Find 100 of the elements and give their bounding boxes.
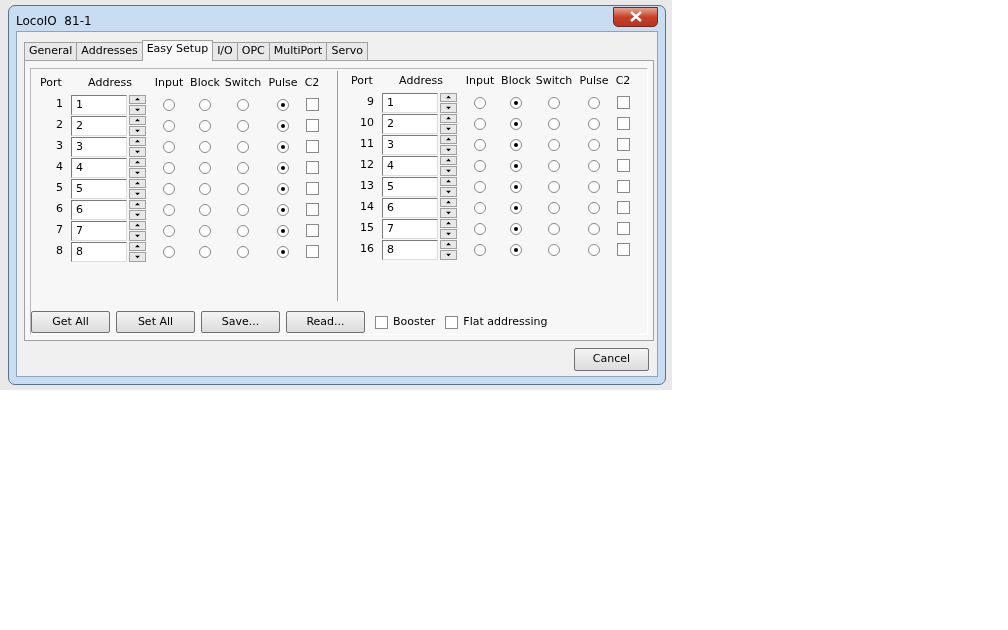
- checkbox[interactable]: [616, 96, 630, 109]
- checkbox[interactable]: [616, 243, 630, 256]
- radio-button[interactable]: [510, 117, 522, 130]
- radio-button[interactable]: [199, 140, 211, 153]
- tab[interactable]: Servo: [326, 42, 368, 60]
- radio-button[interactable]: [588, 243, 600, 256]
- radio-button[interactable]: [277, 119, 289, 132]
- spin-up-button[interactable]: [129, 94, 146, 104]
- address-field[interactable]: 3: [71, 136, 127, 157]
- spin-up-button[interactable]: [440, 155, 457, 165]
- spin-down-button[interactable]: [129, 126, 146, 136]
- radio-button[interactable]: [163, 140, 175, 153]
- radio-button[interactable]: [237, 161, 249, 174]
- spin-down-button[interactable]: [129, 231, 146, 241]
- radio-button[interactable]: [474, 159, 486, 172]
- checkbox[interactable]: [616, 180, 630, 193]
- radio-button[interactable]: [510, 159, 522, 172]
- radio-button[interactable]: [199, 245, 211, 258]
- checkbox[interactable]: [305, 224, 319, 237]
- tab[interactable]: Addresses: [76, 42, 143, 60]
- radio-button[interactable]: [548, 138, 560, 151]
- radio-button[interactable]: [474, 201, 486, 214]
- action-button[interactable]: Save...: [201, 311, 280, 333]
- checkbox[interactable]: [445, 315, 459, 329]
- radio-button[interactable]: [237, 224, 249, 237]
- radio-button[interactable]: [548, 117, 560, 130]
- radio-button[interactable]: [474, 138, 486, 151]
- tab[interactable]: OPC: [236, 42, 270, 60]
- checkbox[interactable]: [616, 201, 630, 214]
- spin-up-button[interactable]: [129, 241, 146, 251]
- radio-button[interactable]: [163, 245, 175, 258]
- spin-down-button[interactable]: [440, 250, 457, 260]
- radio-button[interactable]: [237, 203, 249, 216]
- radio-button[interactable]: [199, 119, 211, 132]
- radio-button[interactable]: [277, 224, 289, 237]
- address-field[interactable]: 7: [382, 218, 438, 239]
- checkbox[interactable]: [616, 117, 630, 130]
- radio-button[interactable]: [163, 224, 175, 237]
- radio-button[interactable]: [548, 159, 560, 172]
- address-field[interactable]: 4: [382, 155, 438, 176]
- checkbox[interactable]: [616, 222, 630, 235]
- address-field[interactable]: 2: [71, 115, 127, 136]
- spin-up-button[interactable]: [440, 239, 457, 249]
- checkbox[interactable]: [305, 140, 319, 153]
- radio-button[interactable]: [510, 243, 522, 256]
- spin-up-button[interactable]: [129, 115, 146, 125]
- checkbox[interactable]: [305, 182, 319, 195]
- checkbox[interactable]: [616, 159, 630, 172]
- address-field[interactable]: 6: [382, 197, 438, 218]
- address-field[interactable]: 8: [382, 239, 438, 260]
- radio-button[interactable]: [199, 182, 211, 195]
- checkbox[interactable]: [305, 119, 319, 132]
- radio-button[interactable]: [474, 243, 486, 256]
- radio-button[interactable]: [588, 138, 600, 151]
- checkbox[interactable]: [305, 245, 319, 258]
- spin-down-button[interactable]: [440, 187, 457, 197]
- radio-button[interactable]: [588, 222, 600, 235]
- radio-button[interactable]: [163, 161, 175, 174]
- radio-button[interactable]: [277, 98, 289, 111]
- cancel-button[interactable]: Cancel: [574, 348, 649, 371]
- radio-button[interactable]: [199, 98, 211, 111]
- radio-button[interactable]: [588, 201, 600, 214]
- spin-down-button[interactable]: [440, 103, 457, 113]
- spin-down-button[interactable]: [440, 166, 457, 176]
- radio-button[interactable]: [548, 222, 560, 235]
- spin-up-button[interactable]: [440, 92, 457, 102]
- radio-button[interactable]: [199, 161, 211, 174]
- radio-button[interactable]: [474, 96, 486, 109]
- spin-up-button[interactable]: [440, 113, 457, 123]
- spin-up-button[interactable]: [440, 176, 457, 186]
- radio-button[interactable]: [277, 245, 289, 258]
- spin-down-button[interactable]: [129, 105, 146, 115]
- spin-up-button[interactable]: [440, 134, 457, 144]
- radio-button[interactable]: [588, 117, 600, 130]
- radio-button[interactable]: [277, 203, 289, 216]
- spin-down-button[interactable]: [129, 168, 146, 178]
- spin-up-button[interactable]: [129, 157, 146, 167]
- spin-down-button[interactable]: [440, 208, 457, 218]
- spin-down-button[interactable]: [129, 147, 146, 157]
- tab[interactable]: General: [24, 42, 78, 60]
- close-button[interactable]: [613, 6, 658, 27]
- radio-button[interactable]: [237, 140, 249, 153]
- address-field[interactable]: 1: [71, 94, 127, 115]
- radio-button[interactable]: [163, 119, 175, 132]
- spin-down-button[interactable]: [129, 189, 146, 199]
- radio-button[interactable]: [548, 243, 560, 256]
- tab[interactable]: I/O: [212, 42, 238, 60]
- radio-button[interactable]: [163, 203, 175, 216]
- spin-up-button[interactable]: [129, 178, 146, 188]
- action-button[interactable]: Read...: [286, 311, 365, 333]
- radio-button[interactable]: [588, 96, 600, 109]
- checkbox[interactable]: [305, 161, 319, 174]
- checkbox[interactable]: [375, 315, 388, 329]
- address-field[interactable]: 4: [71, 157, 127, 178]
- spin-up-button[interactable]: [440, 218, 457, 228]
- spin-down-button[interactable]: [440, 145, 457, 155]
- radio-button[interactable]: [510, 180, 522, 193]
- checkbox[interactable]: [305, 203, 319, 216]
- radio-button[interactable]: [510, 201, 522, 214]
- radio-button[interactable]: [199, 203, 211, 216]
